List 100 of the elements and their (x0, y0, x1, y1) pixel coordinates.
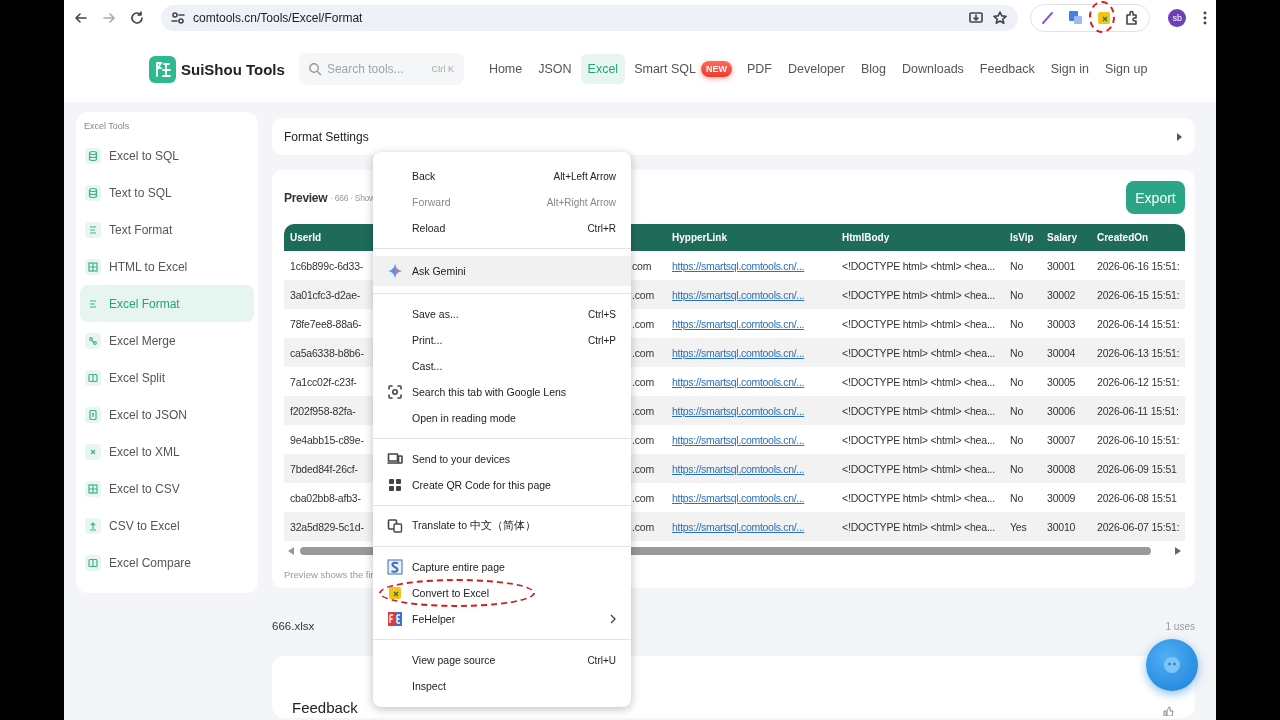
menu-label: Capture entire page (412, 561, 505, 573)
table-cell: 30001 (1047, 259, 1076, 272)
excel-icon (387, 585, 403, 601)
table-cell: <!DOCTYPE html> <html> <hea... (842, 404, 996, 417)
nav-link[interactable]: Sign up (1098, 54, 1155, 84)
menu-label: Inspect (412, 680, 446, 692)
table-cell: .com (632, 317, 654, 330)
link[interactable]: https://smartsql.comtools.cn/... (672, 259, 805, 272)
column-header: HtmlBody (842, 224, 1010, 251)
menu-item[interactable]: Cast... (373, 353, 631, 379)
table-cell: .com (632, 346, 654, 359)
menu-item[interactable]: Ask Gemini (373, 256, 631, 286)
nav-link[interactable]: Sign in (1043, 54, 1096, 84)
table-cell: 30010 (1047, 520, 1076, 533)
nav-link[interactable]: JSON (531, 54, 579, 84)
address-bar[interactable]: comtools.cn/Tools/Excel/Format (161, 5, 1019, 31)
table-cell: <!DOCTYPE html> <html> <hea... (842, 288, 996, 301)
chat-bot-icon (1162, 655, 1182, 675)
table-cell: 32a5d829-5c1d- (290, 520, 364, 533)
settings-title: Format Settings (284, 129, 369, 144)
table-cell: No (1010, 491, 1024, 504)
sidebar-item[interactable]: Excel to SQL (80, 137, 254, 174)
sidebar-item[interactable]: Text Format (80, 211, 254, 248)
back-icon[interactable] (73, 10, 89, 26)
thumbs-up-icon[interactable] (1163, 706, 1175, 716)
reload-icon[interactable] (129, 10, 145, 26)
menu-item[interactable]: Search this tab with Google Lens (373, 379, 631, 405)
menu-item[interactable]: Open in reading mode (373, 405, 631, 431)
nav-link[interactable]: Blog (853, 54, 893, 84)
sidebar-item[interactable]: HTML to Excel (80, 248, 254, 285)
table-cell: 2026-06-16 15:51: (1097, 259, 1180, 272)
menu-item[interactable]: View page source Ctrl+U (373, 647, 631, 673)
nav-link[interactable]: Feedback (972, 54, 1042, 84)
sidebar-item[interactable]: Excel Compare (80, 544, 254, 581)
nav-link[interactable]: Downloads (895, 54, 971, 84)
sidebar-heading: Excel Tools (83, 121, 131, 133)
link[interactable]: https://smartsql.comtools.cn/... (672, 375, 805, 388)
profile-avatar[interactable]: sb (1168, 9, 1187, 27)
table-cell: No (1010, 259, 1024, 272)
table-cell: ca5a6338-b8b6- (290, 346, 364, 359)
table-cell: 30006 (1047, 404, 1076, 417)
install-icon[interactable] (968, 10, 985, 26)
menu-item[interactable]: Inspect (373, 673, 631, 699)
table-cell: 30003 (1047, 317, 1076, 330)
table-cell: 1c6b899c-6d33- (290, 259, 364, 272)
menu-item[interactable]: Save as... Ctrl+S (373, 301, 631, 327)
database-icon (85, 147, 101, 164)
table-cell: 78fe7ee8-88a6- (290, 317, 362, 330)
file-name: 666.xlsx (272, 620, 315, 632)
menu-item[interactable]: Capture entire page (373, 554, 631, 580)
table-cell: <!DOCTYPE html> <html> <hea... (842, 491, 996, 504)
brand-name[interactable]: SuiShou Tools (181, 60, 285, 78)
preview-title: Preview (284, 190, 328, 205)
sidebar-item[interactable]: CSV to Excel (80, 507, 254, 544)
table-cell: <!DOCTYPE html> <html> <hea... (842, 346, 996, 359)
menu-item[interactable]: Convert to Excel (373, 580, 631, 606)
menu-item[interactable]: Back Alt+Left Arrow (373, 163, 631, 189)
menu-label: Print... (412, 334, 443, 346)
nav-link[interactable]: PDF (740, 54, 779, 84)
nav-link[interactable]: Smart SQL (627, 54, 703, 84)
sidebar-item[interactable]: Excel Merge (80, 322, 254, 359)
lines-icon (85, 221, 101, 238)
nav-link[interactable]: Home (481, 54, 530, 84)
search-icon (307, 62, 322, 76)
menu-label: Forward (412, 196, 451, 208)
link[interactable]: https://smartsql.comtools.cn/... (672, 433, 805, 446)
scroll-right-icon[interactable] (1175, 547, 1181, 555)
table-cell: cba02bb8-afb3- (290, 491, 361, 504)
link[interactable]: https://smartsql.comtools.cn/... (672, 491, 805, 504)
table-cell: 2026-06-09 15:51 (1097, 462, 1177, 475)
menu-label: Send to your devices (412, 453, 511, 465)
shortcut-text: Alt+Left Arrow (553, 170, 616, 182)
scroll-left-icon[interactable] (288, 547, 294, 555)
sidebar-item[interactable]: Excel Split (80, 359, 254, 396)
site-info-icon[interactable] (171, 11, 185, 25)
sidebar-item[interactable]: Excel to XML (80, 433, 254, 470)
settings-card[interactable]: Format Settings (272, 118, 1195, 155)
menu-item[interactable]: Send to your devices (373, 446, 631, 472)
sidebar-item[interactable]: Excel to JSON (80, 396, 254, 433)
table-cell: .com (632, 433, 654, 446)
menu-item[interactable]: Create QR Code for this page (373, 472, 631, 498)
star-icon[interactable] (992, 10, 1009, 26)
menu-item[interactable]: FeHelper (373, 606, 631, 632)
merge-icon (85, 332, 101, 349)
table-cell: .com (632, 520, 654, 533)
sidebar-item[interactable]: Text to SQL (80, 174, 254, 211)
link[interactable]: https://smartsql.comtools.cn/... (672, 317, 805, 330)
file-icon (85, 406, 101, 423)
menu-item[interactable]: Print... Ctrl+P (373, 327, 631, 353)
menu-icon[interactable] (1202, 10, 1208, 26)
table-cell: 2026-06-14 15:51: (1097, 317, 1180, 330)
nav-link[interactable]: Developer (781, 54, 852, 84)
devices-icon (387, 451, 403, 467)
menu-label: Back (412, 170, 436, 182)
sidebar-item[interactable]: Excel to CSV (80, 470, 254, 507)
menu-item[interactable]: Translate to 中文（简体） (373, 513, 631, 539)
menu-label: Translate to 中文（简体） (412, 519, 536, 533)
table-cell: No (1010, 288, 1024, 301)
table-cell: 9e4abb15-c89e- (290, 433, 364, 446)
chat-button[interactable] (1146, 639, 1198, 691)
